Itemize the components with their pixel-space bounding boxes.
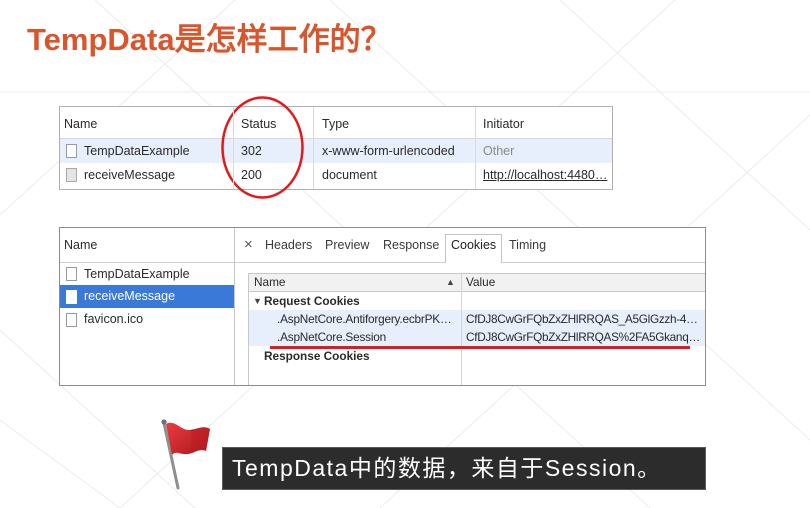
table-row[interactable]: receiveMessage 200 document http://local… [60, 163, 612, 187]
column-header-status[interactable]: Status [241, 107, 276, 141]
cookie-row[interactable]: .AspNetCore.Antiforgery.ecbrPK… CfDJ8CwG… [249, 310, 705, 328]
request-initiator: Other [483, 144, 515, 158]
request-name: receiveMessage [84, 168, 176, 182]
tab-cookies[interactable]: Cookies [445, 234, 503, 263]
column-divider [233, 107, 234, 189]
cookie-row[interactable]: .AspNetCore.Session CfDJ8CwGrFQbZxZHlRRQ… [249, 328, 705, 346]
cookies-table: Name ▲ Value ▼ Request Cookies .AspNetCo… [248, 273, 705, 385]
file-icon [66, 144, 77, 158]
annotation-underline [270, 346, 690, 349]
column-header-name[interactable]: Name [254, 274, 285, 291]
file-icon [66, 168, 77, 182]
detail-tab-bar: × Headers Preview Response Cookies Timin… [235, 228, 705, 263]
response-cookies-section[interactable]: Response Cookies [249, 347, 705, 365]
column-header-value[interactable]: Value [466, 274, 495, 291]
close-icon[interactable]: × [244, 228, 253, 262]
request-cookies-section[interactable]: ▼ Request Cookies [249, 292, 705, 310]
column-header-name: Name [64, 238, 98, 252]
table-row[interactable]: TempDataExample 302 x-www-form-urlencode… [60, 139, 612, 163]
slide-caption: TempData中的数据，来自于Session。 [222, 447, 706, 490]
section-label: Response Cookies [264, 349, 370, 363]
tab-headers[interactable]: Headers [260, 234, 317, 262]
column-divider [313, 107, 314, 189]
cookie-value: CfDJ8CwGrFQbZxZHlRRQAS%2FA5Gkanq… [466, 330, 700, 344]
cookie-name: .AspNetCore.Session [277, 330, 386, 344]
tab-timing[interactable]: Timing [504, 234, 551, 262]
request-list-item[interactable]: TempDataExample [60, 263, 234, 285]
column-header-initiator[interactable]: Initiator [483, 107, 524, 141]
slide-title: TempData是怎样工作的？ [27, 22, 392, 57]
column-header-type[interactable]: Type [322, 107, 349, 141]
request-status: 302 [241, 144, 262, 158]
expand-triangle-icon[interactable]: ▼ [253, 292, 262, 310]
request-list-item[interactable]: favicon.ico [60, 308, 234, 331]
file-icon [66, 290, 77, 304]
request-type: x-www-form-urlencoded [322, 144, 455, 158]
request-name: favicon.ico [84, 312, 144, 326]
request-detail-view: × Headers Preview Response Cookies Timin… [235, 228, 705, 385]
sort-ascending-icon[interactable]: ▲ [446, 274, 455, 291]
request-detail-panel: Name TempDataExample receiveMessage favi… [59, 227, 706, 386]
tab-response[interactable]: Response [378, 234, 444, 262]
request-list-header[interactable]: Name [60, 228, 234, 263]
tab-preview[interactable]: Preview [320, 234, 374, 262]
request-name: TempDataExample [84, 267, 190, 281]
request-initiator-link[interactable]: http://localhost:4480… [483, 163, 611, 187]
column-divider [475, 107, 476, 189]
cookie-value: CfDJ8CwGrFQbZxZHlRRQAS_A5GlGzzh-4… [466, 312, 698, 326]
file-icon [66, 267, 77, 281]
request-type: document [322, 168, 377, 182]
flag-icon [161, 419, 210, 490]
cookie-name: .AspNetCore.Antiforgery.ecbrPK… [277, 312, 452, 326]
request-list: Name TempDataExample receiveMessage favi… [60, 228, 235, 385]
network-request-table: Name Status Type Initiator TempDataExamp… [59, 106, 613, 190]
table-header: Name Status Type Initiator [60, 107, 612, 139]
request-name: TempDataExample [84, 144, 190, 158]
cookies-table-header: Name ▲ Value [249, 274, 705, 292]
request-list-item[interactable]: receiveMessage [60, 285, 234, 308]
section-label: Request Cookies [264, 294, 360, 308]
column-header-name[interactable]: Name [64, 107, 97, 141]
request-name: receiveMessage [84, 289, 176, 303]
column-divider [461, 274, 462, 385]
file-icon [66, 313, 77, 327]
request-status: 200 [241, 168, 262, 182]
